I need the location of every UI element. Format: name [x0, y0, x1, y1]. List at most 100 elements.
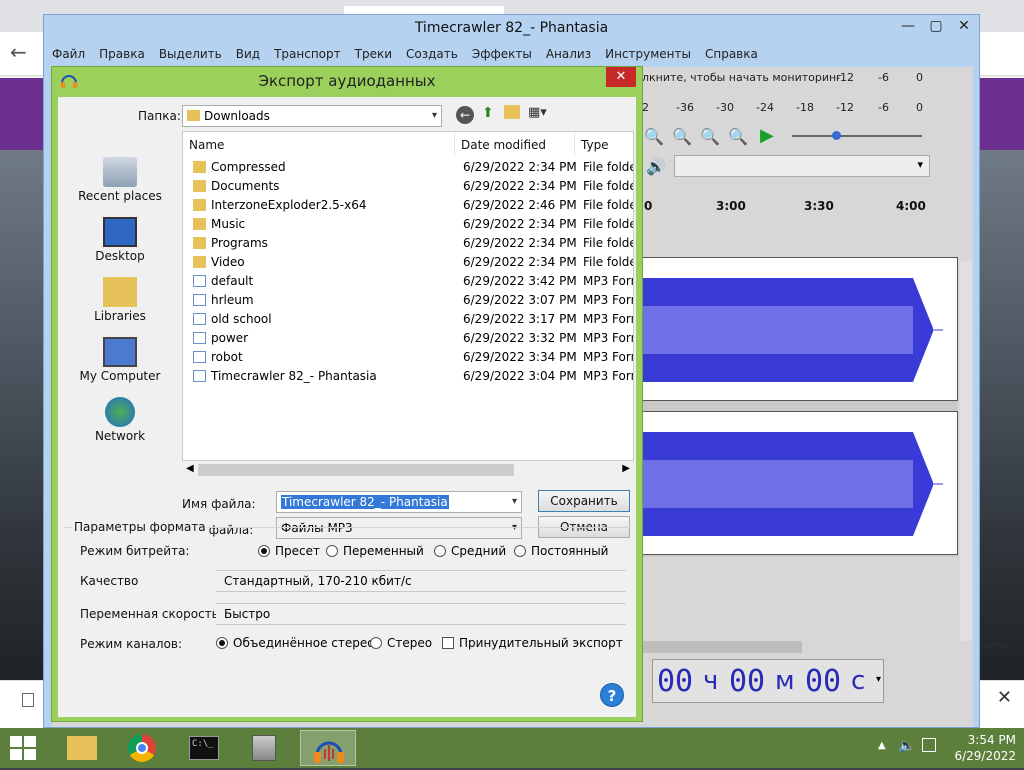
audacity-taskbar-icon[interactable] [300, 730, 356, 766]
place-network[interactable]: Network [62, 397, 178, 443]
stereo-radio[interactable]: Стерео [370, 636, 432, 650]
audio-track-right[interactable] [642, 411, 958, 555]
menu-file[interactable]: Файл [52, 47, 85, 67]
help-button[interactable]: ? [600, 683, 624, 707]
horizontal-scrollbar[interactable] [642, 641, 802, 653]
chevron-down-icon[interactable]: ▾ [876, 674, 881, 685]
menu-help[interactable]: Справка [705, 47, 758, 67]
audio-track-left[interactable] [642, 257, 958, 401]
column-type[interactable]: Type [575, 132, 633, 156]
meter-tick: -12 [836, 101, 854, 114]
playback-speed-slider[interactable] [792, 131, 922, 140]
back-icon[interactable]: ← [456, 106, 474, 124]
device-select[interactable]: ▾ [674, 155, 930, 177]
place-recent[interactable]: Recent places [62, 157, 178, 203]
save-button[interactable]: Сохранить [538, 490, 630, 512]
menu-transport[interactable]: Транспорт [274, 47, 341, 67]
quality-select[interactable]: Стандартный, 170-210 кбит/с [216, 570, 626, 592]
page-fragment-text: erms [984, 641, 1007, 651]
file-row[interactable]: old school 6/29/2022 3:17 PM MP3 Form [183, 310, 633, 329]
play-icon[interactable]: ▶ [760, 125, 774, 146]
minimize-button[interactable]: — [895, 17, 921, 37]
up-folder-icon[interactable]: ⬆ [482, 105, 494, 121]
menu-analyze[interactable]: Анализ [546, 47, 591, 67]
menu-effects[interactable]: Эффекты [472, 47, 532, 67]
new-folder-icon[interactable] [504, 105, 520, 119]
variable-speed-select[interactable]: Быстро [216, 603, 626, 625]
meter-tick: -6 [878, 71, 889, 84]
menu-view[interactable]: Вид [236, 47, 260, 67]
dialog-close-button[interactable]: ✕ [606, 67, 636, 87]
file-row[interactable]: Video 6/29/2022 2:34 PM File folder [183, 253, 633, 272]
clock-date: 6/29/2022 [954, 749, 1016, 763]
tray-chevron-up-icon[interactable]: ▲ [878, 740, 886, 751]
menu-tools[interactable]: Инструменты [605, 47, 691, 67]
file-row[interactable]: default 6/29/2022 3:42 PM MP3 Form [183, 272, 633, 291]
file-row[interactable]: InterzoneExploder2.5-x64 6/29/2022 2:46 P… [183, 196, 633, 215]
scroll-thumb[interactable] [198, 464, 514, 476]
menu-select[interactable]: Выделить [159, 47, 222, 67]
menu-tracks[interactable]: Треки [355, 47, 392, 67]
file-row[interactable]: Music 6/29/2022 2:34 PM File folder [183, 215, 633, 234]
zoom-out-icon[interactable]: 🔍 [672, 127, 692, 146]
filename-label: Имя файла: [182, 497, 256, 511]
folder-select[interactable]: Downloads ▾ [182, 105, 442, 127]
bitrate-constant-radio[interactable]: Постоянный [514, 544, 608, 558]
close-button[interactable]: ✕ [951, 17, 977, 37]
archive-app-icon[interactable] [236, 730, 292, 766]
menu-edit[interactable]: Правка [99, 47, 145, 67]
file-row[interactable]: Timecrawler 82_- Phantasia 6/29/2022 3:04… [183, 367, 633, 386]
radio-dot [326, 545, 338, 557]
maximize-button[interactable]: ▢ [923, 17, 949, 37]
column-date-modified[interactable]: Date modified [455, 132, 575, 156]
windows-start-icon[interactable] [10, 736, 36, 760]
place-label: Desktop [95, 249, 145, 263]
audio-file-icon [193, 294, 206, 306]
filename-input[interactable]: Timecrawler 82_- Phantasia ▾ [276, 491, 522, 513]
chevron-left-icon[interactable]: ◀ [186, 463, 194, 474]
bitrate-variable-radio[interactable]: Переменный [326, 544, 424, 558]
file-row[interactable]: robot 6/29/2022 3:34 PM MP3 Form [183, 348, 633, 367]
bitrate-average-radio[interactable]: Средний [434, 544, 506, 558]
network-globe-icon [105, 397, 135, 427]
bitrate-preset-radio[interactable]: Пресет [258, 544, 320, 558]
place-my-computer[interactable]: My Computer [62, 337, 178, 383]
file-row[interactable]: Documents 6/29/2022 2:34 PM File folder [183, 177, 633, 196]
view-menu-icon[interactable]: ▦▾ [528, 105, 547, 120]
file-row[interactable]: Compressed 6/29/2022 2:34 PM File folder [183, 158, 633, 177]
zoom-toggle-icon[interactable]: 🔍 [728, 127, 748, 146]
radio-label: Стерео [387, 636, 433, 650]
joint-stereo-radio[interactable]: Объединённое стерео [216, 636, 375, 650]
place-desktop[interactable]: Desktop [62, 217, 178, 263]
command-prompt-icon[interactable]: C:\_ [176, 730, 232, 766]
force-mono-checkbox[interactable]: Принудительный экспорт в мо [442, 636, 624, 650]
taskbar-clock[interactable]: 3:54 PM 6/29/2022 [926, 732, 1016, 764]
folder-icon [193, 199, 206, 211]
column-name[interactable]: Name [183, 132, 455, 156]
file-list-scrollbar[interactable]: ◀ ▶ [182, 461, 634, 479]
file-row[interactable]: hrleum 6/29/2022 3:07 PM MP3 Form [183, 291, 633, 310]
file-type: MP3 Form [583, 350, 633, 364]
file-explorer-icon[interactable] [54, 730, 110, 766]
slider-thumb[interactable] [832, 131, 841, 140]
record-meter-hint[interactable]: лкните, чтобы начать мониторинг [642, 71, 842, 84]
vertical-scrollbar[interactable] [960, 261, 972, 641]
time-minutes-unit: м [775, 666, 795, 696]
back-arrow-icon[interactable]: ← [10, 40, 27, 64]
radio-dot [216, 637, 228, 649]
zoom-in-icon[interactable]: 🔍 [644, 127, 664, 146]
menu-generate[interactable]: Создать [406, 47, 458, 67]
file-row[interactable]: Programs 6/29/2022 2:34 PM File folder [183, 234, 633, 253]
file-row[interactable]: power 6/29/2022 3:32 PM MP3 Form [183, 329, 633, 348]
chevron-right-icon[interactable]: ▶ [622, 463, 630, 474]
time-display[interactable]: 00 ч 00 м 00 с ▾ [652, 659, 884, 703]
chrome-icon[interactable] [114, 730, 170, 766]
radio-label: Постоянный [531, 544, 609, 558]
zoom-fit-icon[interactable]: 🔍 [700, 127, 720, 146]
volume-muted-icon[interactable]: 🔈 [898, 738, 915, 754]
place-libraries[interactable]: Libraries [62, 277, 178, 323]
close-icon[interactable]: ✕ [997, 687, 1012, 708]
chevron-down-icon: ▾ [511, 496, 517, 507]
file-name: Video [211, 255, 245, 269]
taskbar: C:\_ ▲ 🔈 3:54 PM 6/29/2022 [0, 728, 1024, 768]
